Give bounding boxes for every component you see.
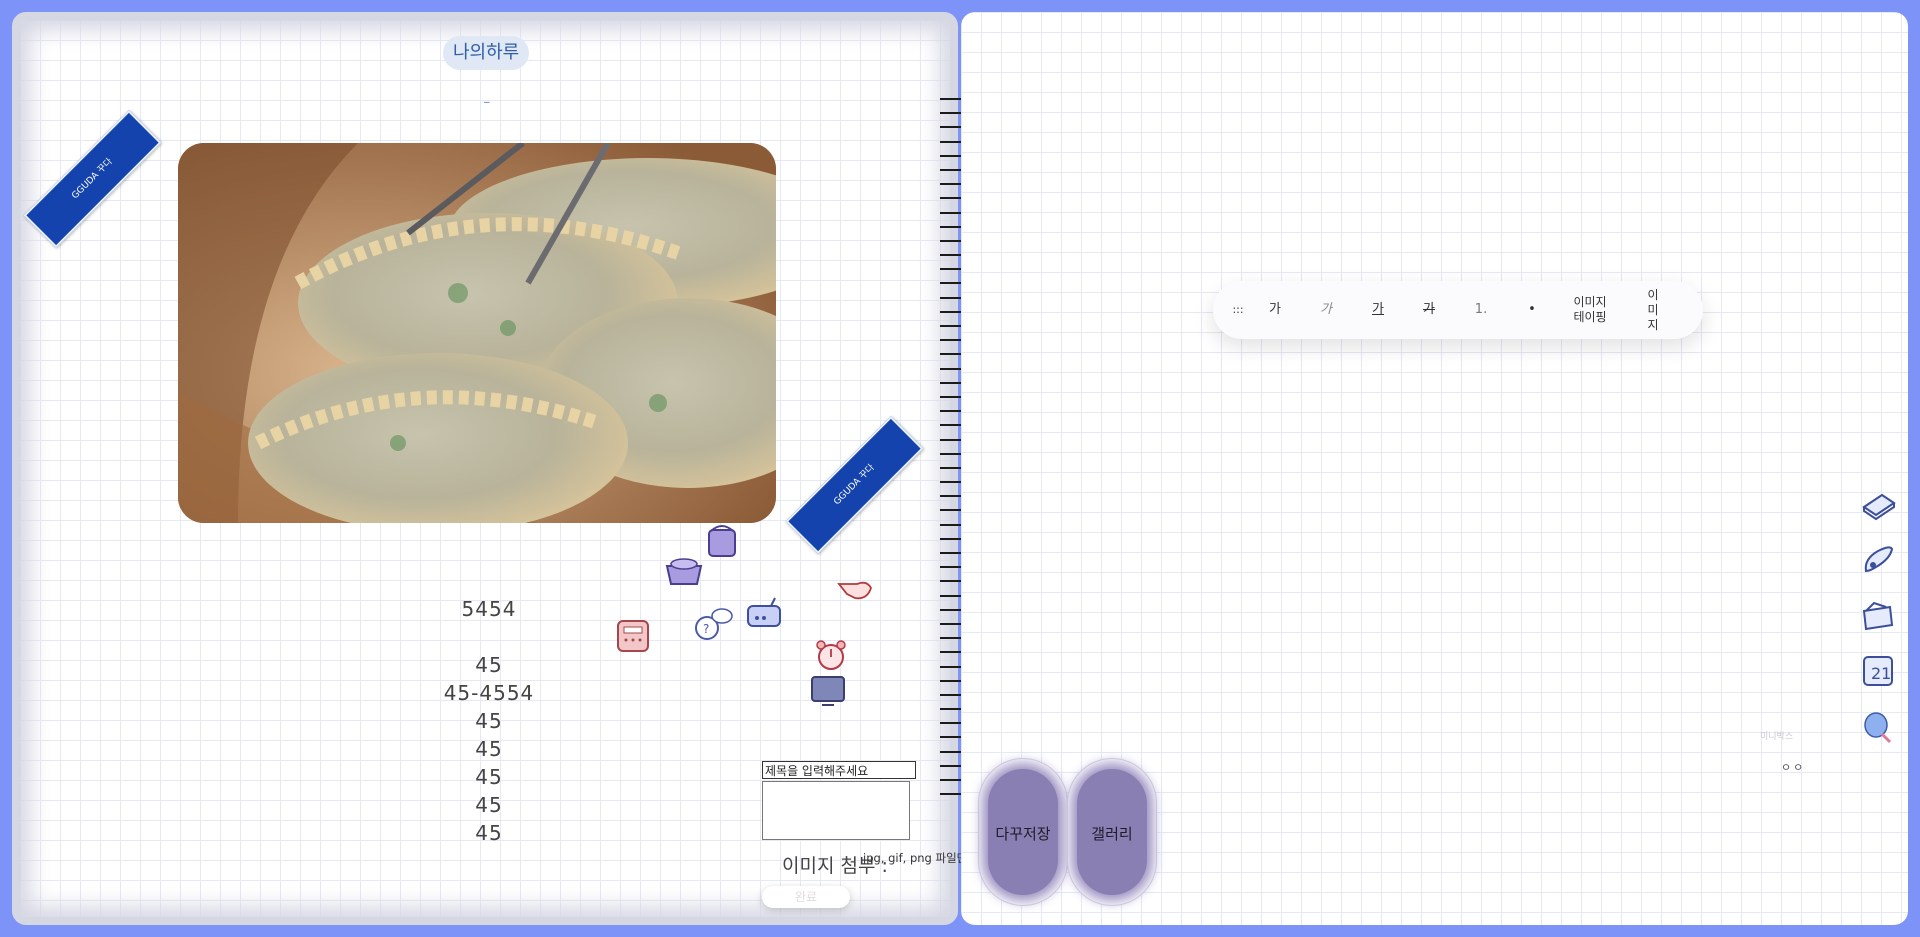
brush-icon[interactable] [1860, 541, 1896, 577]
underline-button[interactable]: 가 [1366, 281, 1390, 339]
body-line: 45-4554 [443, 681, 535, 705]
alarm-clock-sticker-icon[interactable] [813, 637, 849, 673]
hand-pointer-sticker-icon[interactable] [837, 572, 873, 602]
dumpling-photo[interactable] [178, 143, 776, 523]
basket-sticker-icon[interactable] [664, 554, 704, 588]
content-textarea[interactable] [762, 781, 910, 840]
image-button[interactable]: 이 미 지 [1643, 281, 1663, 339]
body-line: 45 [475, 653, 503, 677]
calendar-icon[interactable]: 21 [1860, 653, 1896, 689]
body-line: 45 [475, 709, 503, 733]
gallery-button-label: 갤러리 [1091, 825, 1133, 843]
strike-button[interactable]: 가 [1417, 281, 1441, 339]
svg-text:21: 21 [1871, 664, 1891, 683]
memo-pad-icon[interactable] [1860, 485, 1896, 521]
dumpling-image [178, 143, 776, 523]
body-line [392, 623, 586, 651]
calculator-sticker-icon[interactable] [616, 619, 650, 653]
diary-body-text[interactable]: 5454 45 45-4554 45 45 45 45 45 [392, 595, 586, 847]
file-type-hint[interactable]: jpg, gif, png 파일만 [863, 850, 967, 866]
image-taping-button[interactable]: 이미지 테이핑 [1563, 281, 1617, 339]
body-line: 5454 [461, 597, 517, 621]
pager-sticker-icon[interactable] [745, 596, 783, 630]
ordered-list-button[interactable]: 1. [1469, 281, 1493, 339]
submit-button[interactable]: 완료 [762, 886, 850, 908]
bucket-sticker-icon[interactable] [705, 521, 739, 559]
text-format-toolbar: ::: 가 가 가 가 1. • 이미지 테이핑 이 미 지 [1213, 281, 1703, 339]
bullet-list-button[interactable]: • [1520, 281, 1544, 339]
diary-title[interactable]: 나의하루 [443, 36, 530, 70]
minibox-label: 미니박스 [1760, 732, 1794, 742]
title-input[interactable]: 제목을 입력해주세요 [762, 761, 916, 779]
speech-bubble-sticker-icon[interactable]: ? [692, 606, 734, 642]
minibox-value[interactable]: ㅇㅇ [1781, 759, 1805, 775]
diary-subtitle[interactable]: _ [484, 90, 494, 104]
gallery-button[interactable]: 갤러리 [1067, 758, 1157, 906]
wallet-icon[interactable] [1860, 597, 1896, 633]
tv-sticker-icon[interactable] [810, 674, 846, 708]
body-line: 45 [475, 737, 503, 761]
pin-icon[interactable] [1860, 710, 1896, 746]
bold-button[interactable]: 가 [1263, 281, 1287, 339]
svg-text:?: ? [703, 622, 709, 636]
body-line: 45 [475, 765, 503, 789]
italic-button[interactable]: 가 [1314, 281, 1338, 339]
body-line: 45 [475, 793, 503, 817]
save-diary-button[interactable]: 다꾸저장 [978, 758, 1068, 906]
body-line: 45 [475, 821, 503, 845]
save-button-label: 다꾸저장 [995, 825, 1051, 843]
drag-handle[interactable]: ::: [1227, 281, 1249, 339]
